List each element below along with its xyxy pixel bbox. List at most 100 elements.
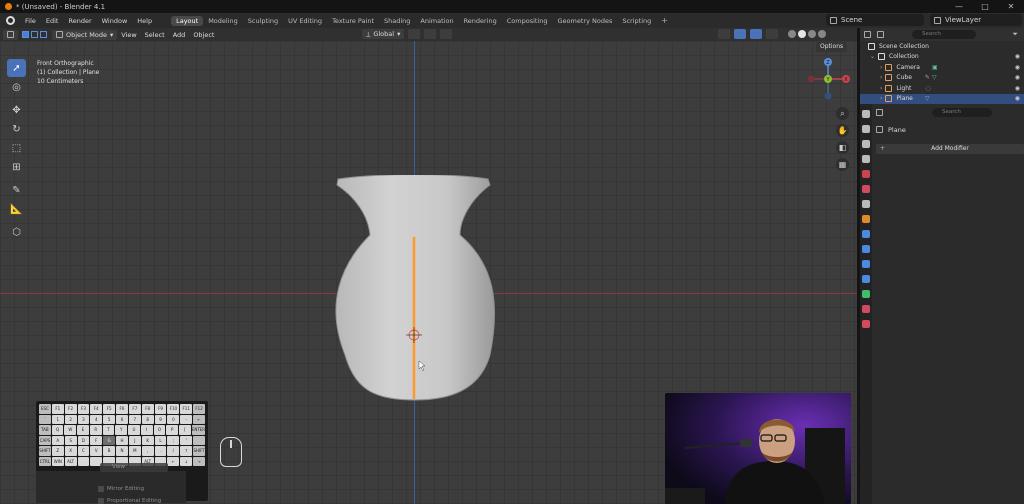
view-layer-selector[interactable]: ViewLayer xyxy=(930,14,1022,26)
select-new-icon[interactable] xyxy=(22,31,29,38)
outliner-search-input[interactable]: Search xyxy=(912,30,976,39)
menu-object[interactable]: Object xyxy=(189,31,218,39)
outliner-item-plane[interactable]: › Plane ▽ ◉ xyxy=(860,93,1024,104)
expand-chevron-icon[interactable]: › xyxy=(880,85,882,92)
mirror-checkbox[interactable] xyxy=(98,486,104,492)
mode-dropdown[interactable]: Object Mode ▾ xyxy=(52,29,118,40)
proportional-edit-icon[interactable] xyxy=(440,29,453,39)
cursor-tool[interactable]: ◎ xyxy=(7,78,26,96)
collapse-chevron-icon[interactable]: ⌄ xyxy=(870,53,875,60)
pan-hand-icon[interactable]: ✋ xyxy=(836,124,849,137)
scene-tab-icon[interactable] xyxy=(862,170,870,178)
tab-shading[interactable]: Shading xyxy=(379,16,415,26)
3d-viewport[interactable]: Front Orthographic (1) Collection | Plan… xyxy=(0,41,857,504)
visibility-icon[interactable] xyxy=(718,29,730,39)
select-subtract-icon[interactable] xyxy=(40,31,47,38)
tab-sculpting[interactable]: Sculpting xyxy=(243,16,283,26)
menu-file[interactable]: File xyxy=(20,17,41,25)
eye-icon[interactable]: ◉ xyxy=(1015,64,1020,71)
editor-type-button[interactable] xyxy=(3,29,18,40)
expand-chevron-icon[interactable]: › xyxy=(880,74,882,81)
navigation-gizmo[interactable]: Z X Y xyxy=(806,57,852,103)
blender-menu-icon[interactable] xyxy=(6,16,15,25)
view-layer-tab-icon[interactable] xyxy=(862,155,870,163)
grid-toggle-icon[interactable]: ▦ xyxy=(836,158,849,171)
particles-tab-icon[interactable] xyxy=(862,245,870,253)
modifier-tab-icon[interactable] xyxy=(862,230,870,238)
orientation-dropdown[interactable]: ⟂ Global ▾ xyxy=(362,29,405,39)
filter-icon[interactable]: ⏷ xyxy=(1012,30,1018,39)
close-button[interactable]: ✕ xyxy=(998,0,1024,13)
minimize-button[interactable]: — xyxy=(946,0,972,13)
collection-row[interactable]: ⌄ Collection ◉ xyxy=(860,52,1024,63)
vase-object[interactable] xyxy=(320,175,510,405)
physics-tab-icon[interactable] xyxy=(862,260,870,268)
overlay-toggle-icon[interactable] xyxy=(750,29,762,39)
snap-icon[interactable] xyxy=(424,29,437,39)
object-tab-icon[interactable] xyxy=(862,215,870,223)
pivot-icon[interactable] xyxy=(408,29,421,39)
properties-editor-icon[interactable] xyxy=(876,108,883,116)
solid-shading-icon[interactable] xyxy=(798,30,806,38)
expand-chevron-icon[interactable]: › xyxy=(880,64,882,71)
menu-window[interactable]: Window xyxy=(97,17,133,25)
proportional-checkbox[interactable] xyxy=(98,498,104,504)
outliner-editor-icon[interactable] xyxy=(864,31,871,38)
menu-help[interactable]: Help xyxy=(132,17,157,25)
add-workspace-button[interactable]: + xyxy=(656,16,673,25)
maximize-button[interactable]: □ xyxy=(972,0,998,13)
camera-view-icon[interactable]: ◧ xyxy=(836,141,849,154)
outliner-item-camera[interactable]: › Camera ▣ ◉ xyxy=(860,62,1024,73)
tab-compositing[interactable]: Compositing xyxy=(502,16,553,26)
menu-select[interactable]: Select xyxy=(141,31,169,39)
material-shading-icon[interactable] xyxy=(808,30,816,38)
tab-animation[interactable]: Animation xyxy=(415,16,458,26)
xray-icon[interactable] xyxy=(766,29,778,39)
rendered-shading-icon[interactable] xyxy=(818,30,826,38)
wireframe-shading-icon[interactable] xyxy=(788,30,796,38)
menu-view[interactable]: View xyxy=(117,31,140,39)
add-cube-tool[interactable]: ⬡ xyxy=(7,223,26,241)
rotate-tool[interactable]: ↻ xyxy=(7,120,26,138)
menu-edit[interactable]: Edit xyxy=(41,17,64,25)
select-extend-icon[interactable] xyxy=(31,31,38,38)
eye-icon[interactable]: ◉ xyxy=(1015,53,1020,60)
outliner-item-light[interactable]: › Light ◌ ◉ xyxy=(860,83,1024,94)
options-dropdown[interactable]: Options xyxy=(816,42,848,52)
tab-modeling[interactable]: Modeling xyxy=(203,16,243,26)
tab-layout[interactable]: Layout xyxy=(171,15,204,26)
texture-tab-icon[interactable] xyxy=(862,320,870,328)
output-tab-icon[interactable] xyxy=(862,140,870,148)
data-tab-icon[interactable] xyxy=(862,290,870,298)
eye-icon[interactable]: ◉ xyxy=(1015,85,1020,92)
outliner-item-cube[interactable]: › Cube ✎ ▽ ◉ xyxy=(860,73,1024,84)
eye-icon[interactable]: ◉ xyxy=(1015,74,1020,81)
scene-collection-row[interactable]: Scene Collection xyxy=(860,41,1024,52)
expand-chevron-icon[interactable]: › xyxy=(880,95,882,102)
tab-texture-paint[interactable]: Texture Paint xyxy=(327,16,379,26)
scale-tool[interactable]: ⬚ xyxy=(7,139,26,157)
zoom-icon[interactable]: ⌕ xyxy=(836,107,849,120)
render-tab-icon[interactable] xyxy=(862,125,870,133)
collection-tab-icon[interactable] xyxy=(862,200,870,208)
tab-rendering[interactable]: Rendering xyxy=(459,16,502,26)
tab-scripting[interactable]: Scripting xyxy=(617,16,656,26)
scene-selector[interactable]: Scene xyxy=(826,14,924,26)
properties-search-input[interactable]: Search xyxy=(932,108,992,117)
eye-icon[interactable]: ◉ xyxy=(1015,95,1020,102)
measure-tool[interactable]: 📐 xyxy=(7,200,26,218)
annotate-tool[interactable]: ✎ xyxy=(7,181,26,199)
add-modifier-button[interactable]: + Add Modifier xyxy=(876,144,1024,154)
menu-render[interactable]: Render xyxy=(63,17,96,25)
gizmo-toggle-icon[interactable] xyxy=(734,29,746,39)
move-tool[interactable]: ✥ xyxy=(7,101,26,119)
tool-tab-icon[interactable] xyxy=(862,110,870,118)
menu-add[interactable]: Add xyxy=(169,31,190,39)
select-box-tool[interactable]: ➚ xyxy=(7,59,26,77)
constraints-tab-icon[interactable] xyxy=(862,275,870,283)
world-tab-icon[interactable] xyxy=(862,185,870,193)
tab-geometry-nodes[interactable]: Geometry Nodes xyxy=(553,16,618,26)
display-mode-icon[interactable] xyxy=(877,31,884,38)
transform-tool[interactable]: ⊞ xyxy=(7,158,26,176)
tab-uv-editing[interactable]: UV Editing xyxy=(283,16,327,26)
